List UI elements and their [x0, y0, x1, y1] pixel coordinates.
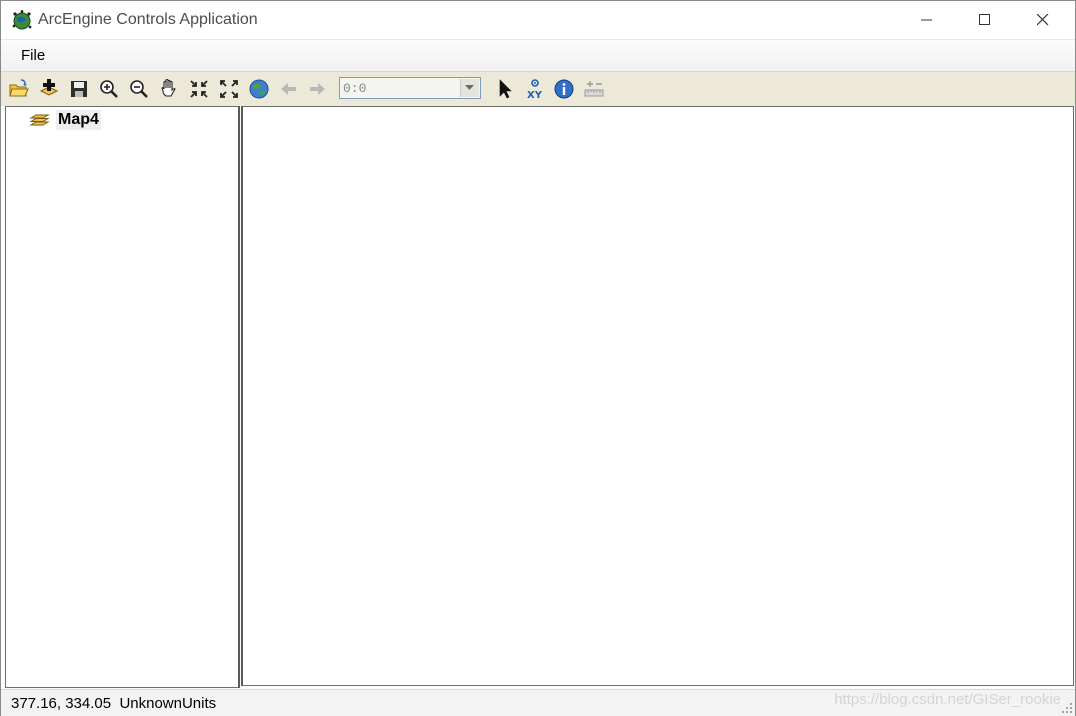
select-features-icon — [499, 79, 512, 99]
svg-text:XY: XY — [527, 90, 543, 101]
full-extent-button[interactable] — [247, 77, 271, 101]
status-readout: 377.16, 334.05 UnknownUnits — [11, 695, 216, 712]
zoom-out-button[interactable] — [127, 77, 151, 101]
fixed-zoom-out-button[interactable] — [217, 77, 241, 101]
menu-file[interactable]: File — [13, 44, 53, 67]
resize-grip-icon[interactable] — [1061, 702, 1073, 714]
select-features-button[interactable] — [493, 77, 517, 101]
measure-button[interactable] — [582, 77, 606, 101]
add-data-icon — [39, 79, 59, 96]
save-button[interactable] — [67, 77, 91, 101]
map-toolbar: 0:0 XY — [1, 71, 1075, 106]
pan-icon — [161, 78, 176, 97]
open-document-button[interactable] — [7, 77, 31, 101]
zoom-out-icon — [130, 80, 148, 98]
zoom-in-icon — [100, 80, 118, 98]
maximize-button[interactable] — [957, 1, 1015, 39]
minimize-icon — [921, 19, 932, 21]
minimize-button[interactable] — [899, 1, 957, 39]
close-button[interactable] — [1015, 1, 1073, 39]
go-to-xy-icon: XY — [527, 79, 543, 101]
menu-bar: File — [1, 39, 1075, 72]
close-icon — [1037, 14, 1049, 26]
layers-icon — [29, 114, 50, 126]
identify-icon — [554, 79, 574, 99]
save-icon — [71, 81, 87, 97]
application-window: ArcEngine Controls Application File 0:0 … — [0, 0, 1076, 716]
forward-extent-button[interactable] — [305, 77, 329, 101]
map-scale-value: 0:0 — [343, 81, 367, 96]
status-coordinates: 377.16, 334.05 — [11, 695, 112, 712]
pan-button[interactable] — [157, 77, 181, 101]
open-document-icon — [9, 79, 29, 97]
toc-control[interactable]: Map4 — [5, 106, 240, 688]
status-bar: 377.16, 334.05 UnknownUnits https://blog… — [1, 689, 1075, 716]
go-to-xy-button[interactable]: XY — [523, 77, 547, 101]
fixed-zoom-in-icon — [190, 80, 208, 98]
zoom-in-button[interactable] — [97, 77, 121, 101]
status-units: UnknownUnits — [119, 695, 217, 712]
maximize-icon — [979, 14, 990, 25]
scale-dropdown-button[interactable] — [460, 79, 479, 97]
measure-icon — [584, 81, 604, 97]
map-control[interactable] — [241, 106, 1074, 686]
fixed-zoom-in-button[interactable] — [187, 77, 211, 101]
identify-button[interactable] — [552, 77, 576, 101]
arcgis-globe-icon — [12, 10, 32, 30]
title-bar[interactable]: ArcEngine Controls Application — [1, 1, 1075, 39]
forward-extent-icon — [310, 83, 325, 95]
full-extent-icon — [249, 79, 269, 99]
add-data-button[interactable] — [37, 77, 61, 101]
fixed-zoom-out-icon — [220, 80, 238, 98]
chevron-down-icon — [465, 85, 474, 90]
back-extent-button[interactable] — [277, 77, 301, 101]
toc-map-label[interactable]: Map4 — [56, 110, 101, 130]
watermark-text: https://blog.csdn.net/GISer_rookie — [834, 691, 1061, 708]
back-extent-icon — [281, 83, 296, 95]
window-title: ArcEngine Controls Application — [38, 11, 258, 28]
map-scale-combo[interactable]: 0:0 — [339, 77, 481, 99]
